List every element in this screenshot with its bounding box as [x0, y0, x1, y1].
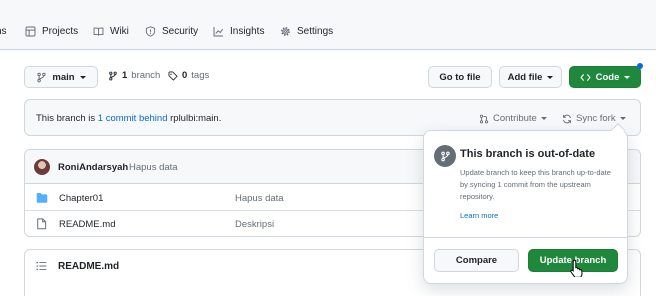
branch-count: 1 — [122, 70, 128, 81]
list-icon[interactable] — [36, 261, 47, 271]
repo-nav: ns Projects Wiki Security Insights Setti… — [0, 0, 656, 50]
nav-wiki-label: Wiki — [110, 26, 129, 37]
sync-fork-popover: This branch is out-of-date Update branch… — [423, 122, 628, 284]
nav-projects-label: Projects — [42, 26, 79, 37]
nav-projects[interactable]: Projects — [25, 26, 78, 37]
pull-request-icon — [479, 114, 489, 124]
file-commit-message[interactable]: Hapus data — [235, 193, 284, 204]
branches-link[interactable]: 1 branch — [108, 70, 160, 81]
chevron-down-icon — [540, 117, 547, 120]
readme-title[interactable]: README.md — [58, 261, 119, 272]
learn-more-link[interactable]: Learn more — [460, 211, 498, 220]
compare-button[interactable]: Compare — [434, 249, 519, 272]
code-label: Code — [595, 71, 620, 83]
code-button[interactable]: Code — [569, 66, 641, 88]
commits-behind-link[interactable]: 1 commit behind — [98, 113, 168, 124]
chevron-down-icon — [619, 117, 626, 120]
branch-icon — [108, 71, 118, 81]
nav-settings-label: Settings — [297, 26, 334, 37]
compare-label: Compare — [455, 255, 498, 266]
avatar[interactable] — [34, 159, 50, 175]
git-branch-icon — [434, 145, 456, 167]
nav-actions-label: ns — [0, 26, 7, 37]
chevron-down-icon — [547, 75, 554, 79]
file-icon — [36, 218, 47, 230]
branch-icon — [36, 72, 47, 83]
add-file-label: Add file — [507, 71, 543, 83]
branch-status-suffix: rplulbi:main. — [167, 113, 222, 124]
tags-link[interactable]: 0 tags — [168, 70, 209, 81]
branch-select-button[interactable]: main — [24, 66, 98, 88]
branch-status-prefix: This branch is — [36, 113, 98, 124]
table-icon — [25, 26, 36, 37]
tag-count: 0 — [182, 70, 188, 81]
nav-insights-label: Insights — [230, 26, 265, 37]
go-to-file-label: Go to file — [439, 71, 481, 83]
nav-settings[interactable]: Settings — [280, 26, 333, 37]
shield-icon — [145, 26, 156, 37]
tag-count-label: tags — [191, 70, 210, 81]
branch-count-label: branch — [131, 70, 161, 81]
sync-fork-button[interactable]: Sync fork — [562, 113, 626, 124]
tag-icon — [168, 71, 178, 81]
nav-security[interactable]: Security — [145, 26, 198, 37]
contribute-label: Contribute — [493, 113, 537, 124]
code-icon — [580, 72, 591, 83]
commit-message[interactable]: Hapus data — [129, 162, 178, 173]
nav-actions[interactable]: ns — [0, 26, 7, 37]
graph-icon — [213, 26, 224, 37]
book-icon — [93, 26, 104, 37]
chevron-down-icon — [79, 75, 86, 79]
nav-security-label: Security — [162, 26, 199, 37]
sync-icon — [562, 114, 572, 124]
contribute-button[interactable]: Contribute — [479, 113, 547, 124]
go-to-file-button[interactable]: Go to file — [428, 66, 492, 88]
folder-icon — [36, 192, 48, 203]
nav-wiki[interactable]: Wiki — [93, 26, 129, 37]
nav-insights[interactable]: Insights — [213, 26, 264, 37]
chevron-down-icon — [624, 75, 631, 79]
popover-title: This branch is out-of-date — [460, 148, 596, 160]
hand-cursor-icon — [570, 259, 584, 277]
file-commit-message[interactable]: Deskripsi — [235, 219, 274, 230]
popover-description: Update branch to keep this branch up-to-… — [460, 168, 611, 201]
add-file-button[interactable]: Add file — [499, 66, 562, 88]
branch-select-label: main — [52, 71, 75, 83]
branch-status-text: This branch is 1 commit behind rplulbi:m… — [36, 113, 221, 124]
gear-icon — [280, 26, 291, 37]
file-name[interactable]: Chapter01 — [59, 193, 103, 204]
notification-dot — [637, 63, 643, 69]
file-name[interactable]: README.md — [59, 219, 115, 230]
sync-fork-label: Sync fork — [576, 113, 616, 124]
popover-divider — [424, 237, 627, 238]
commit-author[interactable]: RoniAndarsyah — [58, 162, 128, 173]
